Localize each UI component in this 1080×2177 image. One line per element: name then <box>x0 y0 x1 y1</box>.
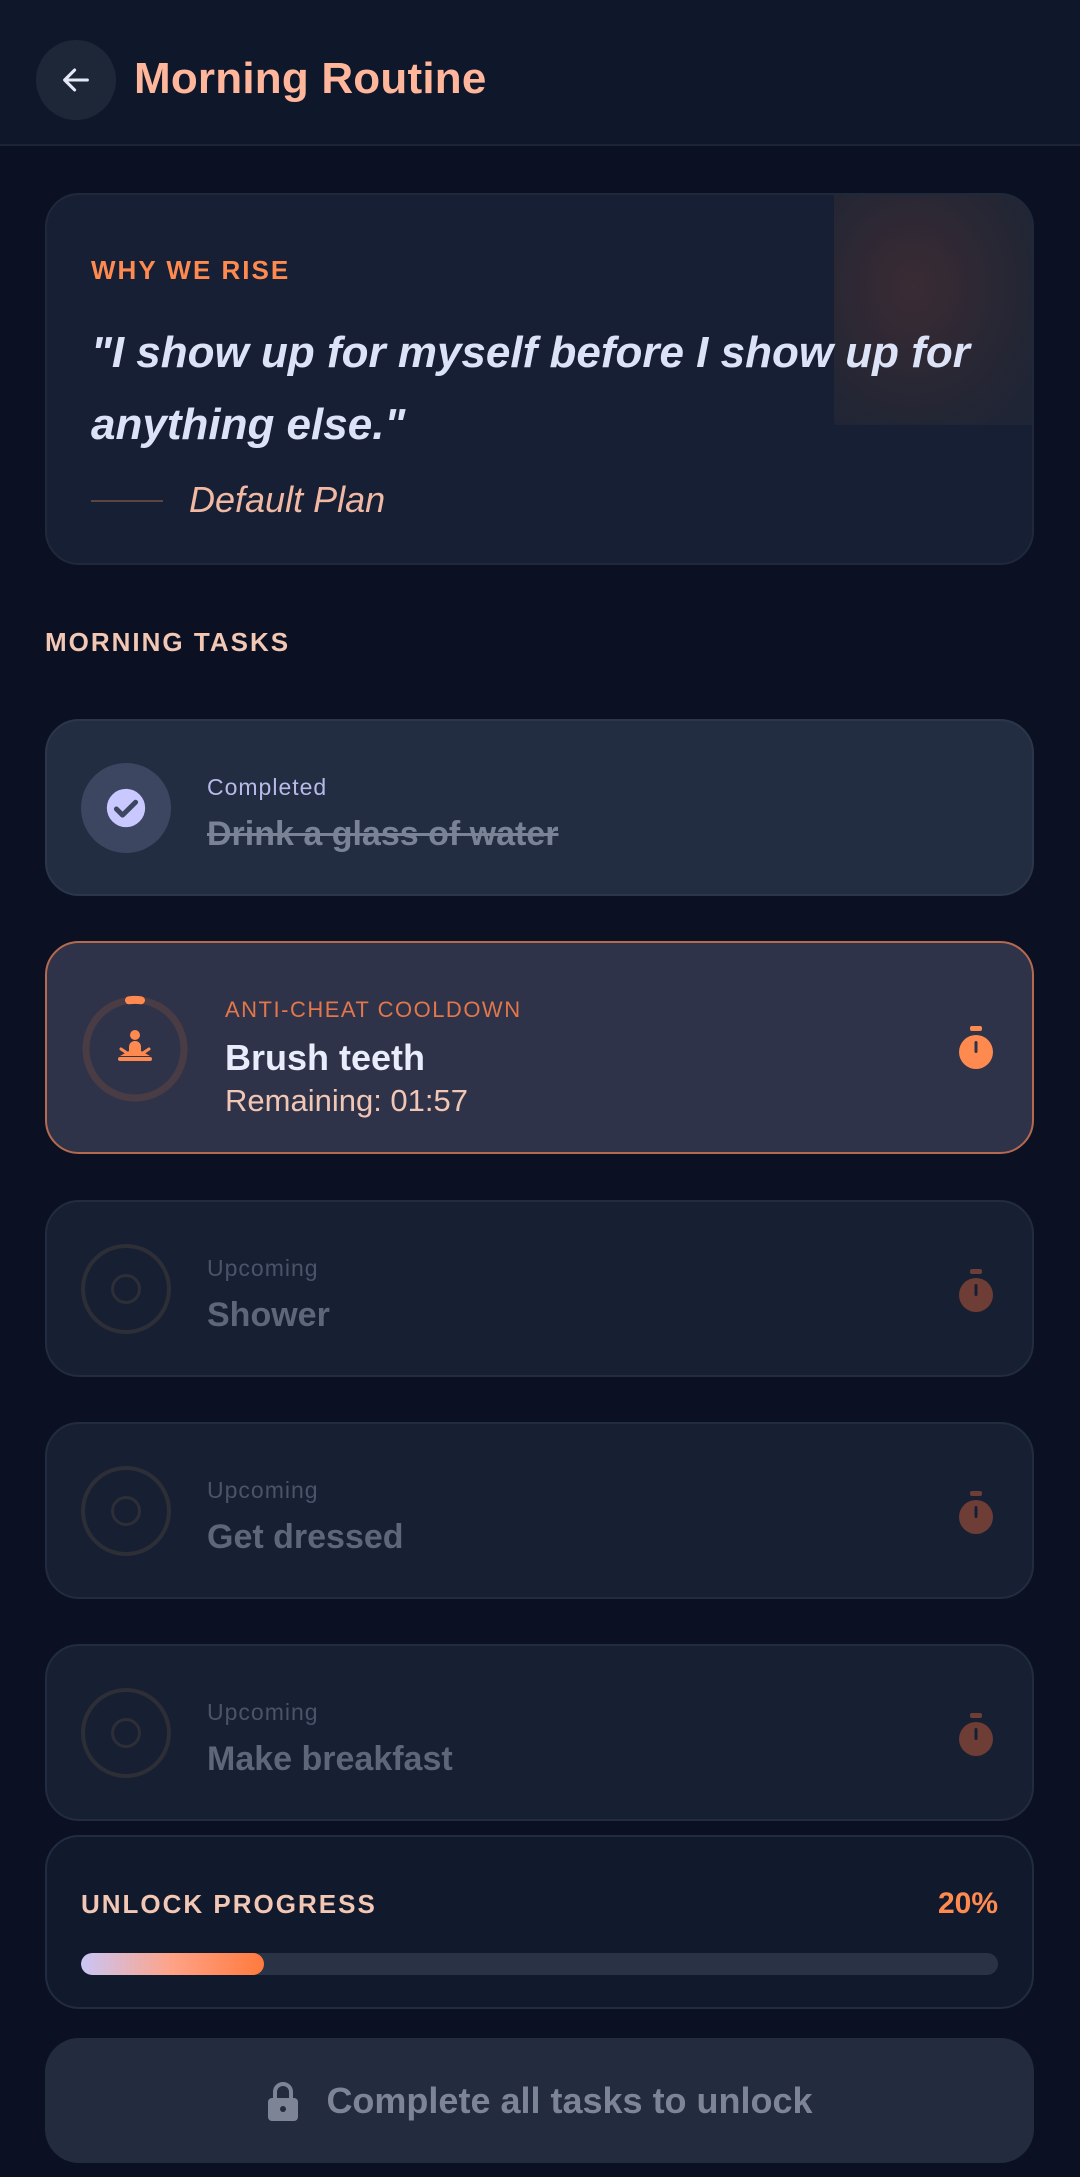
upcoming-radio-icon <box>81 1466 171 1556</box>
task-name: Drink a glass of water <box>207 815 559 853</box>
meditation-icon <box>118 1030 152 1061</box>
arrow-left-icon <box>63 68 89 92</box>
cooldown-progress-ring <box>82 995 188 1102</box>
task-status: Completed <box>207 774 328 800</box>
upcoming-radio-icon <box>81 1688 171 1778</box>
section-label-morning-tasks: MORNING TASKS <box>45 627 291 657</box>
back-button[interactable] <box>36 40 116 120</box>
quote-text: "I show up for myself before I show up f… <box>91 328 970 449</box>
cooldown-remaining: Remaining: 01:57 <box>225 1083 468 1118</box>
upcoming-radio-icon <box>81 1244 171 1334</box>
progress-label: UNLOCK PROGRESS <box>81 1889 377 1919</box>
quote-divider <box>91 500 163 502</box>
stopwatch-icon[interactable] <box>956 1025 996 1071</box>
task-name: Make breakfast <box>207 1740 453 1778</box>
stopwatch-icon[interactable] <box>956 1268 996 1314</box>
stopwatch-icon[interactable] <box>956 1490 996 1536</box>
task-name: Brush teeth <box>225 1037 426 1078</box>
task-item-upcoming[interactable]: Upcoming Shower <box>45 1200 1034 1377</box>
page-title: Morning Routine <box>134 54 487 103</box>
progress-bar-track <box>81 1953 998 1975</box>
top-app-bar: Morning Routine <box>0 0 1080 146</box>
task-status: Upcoming <box>207 1477 319 1503</box>
unlock-progress-card: UNLOCK PROGRESS 20% <box>45 1835 1034 2009</box>
task-item-completed[interactable]: Completed Drink a glass of water <box>45 719 1034 896</box>
stopwatch-icon[interactable] <box>956 1712 996 1758</box>
completed-badge <box>81 763 171 853</box>
task-item-upcoming[interactable]: Upcoming Make breakfast <box>45 1644 1034 1821</box>
task-name: Get dressed <box>207 1518 404 1556</box>
task-name: Shower <box>207 1296 330 1334</box>
task-item-upcoming[interactable]: Upcoming Get dressed <box>45 1422 1034 1599</box>
motivation-quote-card: WHY WE RISE "I show up for myself before… <box>45 193 1034 565</box>
progress-bar-fill <box>81 1953 265 1975</box>
progress-percent: 20% <box>937 1887 998 1920</box>
unlock-button[interactable]: Complete all tasks to unlock <box>45 2038 1034 2163</box>
task-status: Upcoming <box>207 1255 319 1281</box>
task-status: ANTI-CHEAT COOLDOWN <box>225 997 522 1022</box>
check-icon <box>106 788 146 828</box>
task-status: Upcoming <box>207 1699 319 1725</box>
lock-icon <box>268 2081 299 2121</box>
quote-author: Default Plan <box>189 479 386 520</box>
unlock-button-label: Complete all tasks to unlock <box>326 2079 813 2121</box>
task-item-active[interactable]: ANTI-CHEAT COOLDOWN Brush teeth Remainin… <box>45 941 1034 1154</box>
quote-eyebrow: WHY WE RISE <box>91 255 291 285</box>
